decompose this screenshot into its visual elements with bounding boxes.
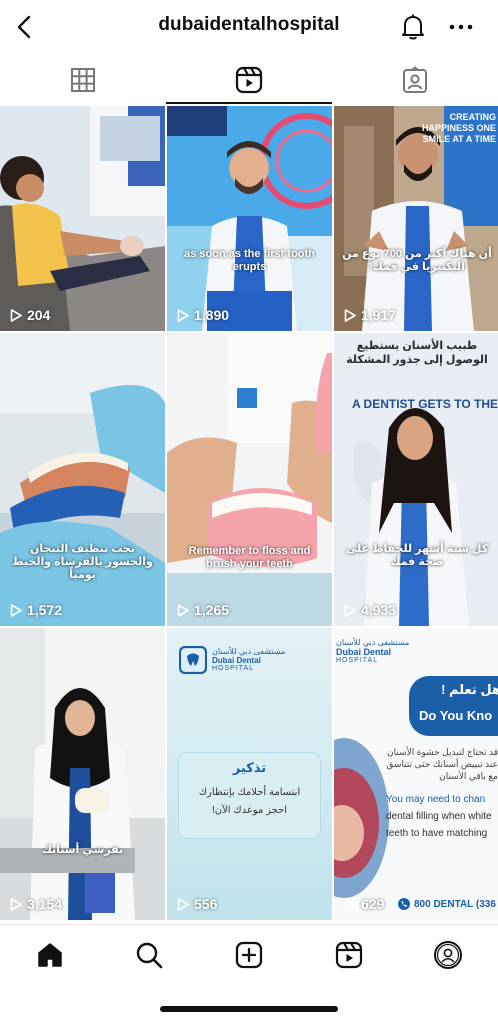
view-count-text: 4,933	[361, 602, 397, 618]
reels-icon	[235, 66, 263, 94]
reels-icon	[335, 941, 362, 968]
banner-text: CREATING HAPPINESS ONE SMILE AT A TIME	[421, 112, 496, 144]
logo-text-ar: مستشفى دبي للأسنان	[336, 638, 410, 647]
logo-text-en-2: HOSPITAL	[336, 657, 379, 664]
profile-header: dubaidentalhospital	[0, 0, 498, 56]
play-icon	[344, 603, 356, 617]
view-count-text: 1,572	[27, 602, 63, 618]
logo-text-en-1: Dubai Dental	[212, 656, 261, 665]
view-count-text: 204	[27, 307, 51, 323]
reminder-title: تذكير	[232, 760, 267, 775]
bubble-text-en: Do You Kno	[419, 708, 493, 723]
view-count-text: 1,265	[194, 602, 230, 618]
reel-view-count: 1,572	[10, 602, 62, 618]
reel-view-count: 556	[177, 896, 217, 912]
reel-tile[interactable]: طبيب الأسنان يستطيع الوصول إلى جذور المش…	[334, 333, 498, 626]
reminder-line-1: ابتسامة أحلامك بإنتظارك	[198, 787, 301, 798]
nav-home[interactable]	[0, 925, 100, 984]
info-text-en-1: You may need to chan	[386, 794, 486, 805]
view-count-text: 629	[361, 896, 385, 912]
play-icon	[10, 603, 22, 617]
play-icon	[344, 308, 356, 322]
plus-square-icon	[235, 941, 263, 968]
reel-view-count: 204	[10, 307, 50, 323]
tab-tagged[interactable]	[332, 56, 498, 104]
play-icon	[177, 897, 189, 911]
bubble-text-ar: هل تعلم !	[441, 682, 498, 697]
reel-view-count: 1,265	[177, 602, 229, 618]
reel-caption: Remember to floss and brush your teeth	[188, 545, 311, 570]
play-icon	[177, 308, 189, 322]
nav-reels[interactable]	[299, 925, 399, 984]
reel-view-count: 1,917	[344, 307, 396, 323]
hospital-logo: مستشفى دبي للأسنان Dubai Dental HOSPITAL	[179, 646, 285, 674]
logo-text-en-2: HOSPITAL	[212, 665, 255, 672]
reel-thumbnail-dentist-hijab	[0, 628, 165, 920]
bell-icon	[402, 14, 424, 40]
home-icon	[38, 942, 62, 967]
reminder-line-2: احجز موعدك الآن!	[211, 805, 288, 816]
reminder-card: تذكير ابتسامة أحلامك بإنتظارك احجز موعدك…	[179, 753, 320, 838]
reel-caption: as soon as the first tooth erupts	[184, 248, 315, 273]
reel-caption: بفرشي أسنانك	[41, 844, 124, 856]
info-text-en-2: dental filling when white	[386, 811, 492, 822]
view-count-text: 3,154	[27, 896, 63, 912]
reel-thumbnail-dental-model	[0, 333, 165, 626]
grid-icon	[71, 68, 95, 92]
reel-caption: أن هناك أكثر من 700 نوع من البكتيريا في …	[342, 248, 492, 273]
nav-search[interactable]	[100, 925, 200, 984]
reel-tile[interactable]: Remember to floss and brush your teeth 1…	[167, 333, 332, 626]
profile-avatar-icon	[434, 940, 463, 969]
search-icon	[137, 942, 163, 968]
did-you-know-bubble: هل تعلم ! Do You Kno	[409, 676, 498, 736]
tab-posts-grid[interactable]	[0, 56, 166, 104]
reels-grid: 204 as soon as the first tooth erupts 1,…	[0, 106, 498, 920]
tooth-logo-icon	[179, 646, 207, 674]
tagged-icon	[403, 66, 427, 93]
reel-thumbnail-dentist-man	[167, 106, 332, 331]
more-dots-icon	[449, 24, 473, 30]
notifications-button[interactable]	[398, 11, 428, 43]
reel-view-count: 3,154	[10, 896, 62, 912]
play-icon	[10, 308, 22, 322]
overlay-text-en: A DENTIST GETS TO THE	[352, 397, 498, 411]
info-text-en-3: teeth to have matching	[386, 828, 488, 839]
reel-view-count: 629	[344, 896, 384, 912]
phone-icon	[398, 898, 410, 910]
more-options-button[interactable]	[446, 12, 476, 42]
bottom-navigation	[0, 924, 498, 984]
reel-caption: يجب تنظيف التيجان والجسور بالفرشاة والخي…	[12, 543, 153, 581]
logo-text-en-1: Dubai Dental	[336, 647, 392, 657]
reel-tile[interactable]: CREATING HAPPINESS ONE SMILE AT A TIME أ…	[334, 106, 498, 331]
view-count-text: 1,917	[361, 307, 397, 323]
nav-profile[interactable]	[398, 925, 498, 984]
logo-text-ar: مستشفى دبي للأسنان	[212, 647, 286, 656]
home-indicator[interactable]	[160, 1006, 338, 1012]
reel-tile[interactable]: 204	[0, 106, 165, 331]
reel-tile[interactable]: as soon as the first tooth erupts 1,890	[167, 106, 332, 331]
reel-view-count: 1,890	[177, 307, 229, 323]
info-text-ar: قد تحتاج لتبديل حشوة الأسنان عند تبييض أ…	[386, 747, 498, 781]
profile-tabs	[0, 56, 498, 104]
hospital-logo: مستشفى دبي للأسنان Dubai Dental HOSPITAL	[336, 638, 409, 665]
reel-thumbnail-child	[0, 106, 165, 331]
view-count-text: 556	[194, 896, 218, 912]
play-icon	[344, 897, 356, 911]
view-count-text: 1,890	[194, 307, 230, 323]
reel-thumbnail-floss-model	[167, 333, 332, 626]
reel-tile[interactable]: مستشفى دبي للأسنان Dubai Dental HOSPITAL…	[167, 628, 332, 920]
reel-caption: كل ستة أشهر للحفاظ على صحة فمك	[345, 543, 489, 568]
reel-tile[interactable]: مستشفى دبي للأسنان Dubai Dental HOSPITAL…	[334, 628, 498, 920]
play-icon	[10, 897, 22, 911]
nav-create[interactable]	[199, 925, 299, 984]
play-icon	[177, 603, 189, 617]
phone-number: 800 DENTAL (336	[398, 898, 496, 910]
reel-tile[interactable]: يجب تنظيف التيجان والجسور بالفرشاة والخي…	[0, 333, 165, 626]
reel-view-count: 4,933	[344, 602, 396, 618]
tab-reels[interactable]	[166, 56, 332, 104]
overlay-text-ar: طبيب الأسنان يستطيع الوصول إلى جذور المش…	[346, 340, 488, 366]
reel-thumbnail-dentist-woman	[334, 333, 498, 626]
reel-tile[interactable]: بفرشي أسنانك 3,154	[0, 628, 165, 920]
